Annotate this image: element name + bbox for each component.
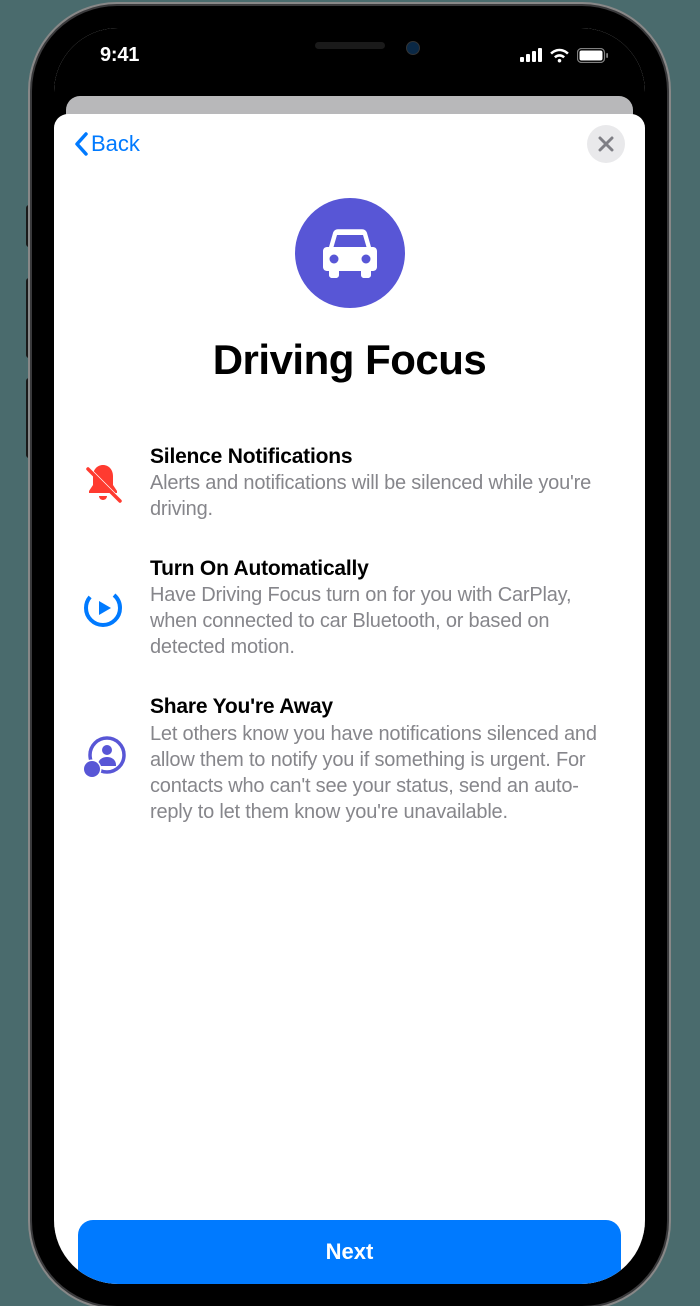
feature-title: Share You're Away bbox=[150, 694, 621, 719]
feature-desc: Have Driving Focus turn on for you with … bbox=[150, 582, 621, 660]
phone-notch bbox=[230, 28, 470, 68]
feature-title: Silence Notifications bbox=[150, 444, 621, 469]
modal-sheet: Back Driving Focus bbox=[54, 114, 645, 1284]
feature-title: Turn On Automatically bbox=[150, 556, 621, 581]
chevron-left-icon bbox=[74, 132, 89, 156]
feature-row: Turn On Automatically Have Driving Focus… bbox=[78, 556, 621, 660]
feature-desc: Let others know you have notifications s… bbox=[150, 721, 621, 825]
back-label: Back bbox=[91, 131, 140, 157]
person-status-icon bbox=[80, 736, 126, 782]
sheet-footer: Next bbox=[54, 1206, 645, 1284]
back-button[interactable]: Back bbox=[74, 131, 140, 157]
bell-slash-icon bbox=[81, 461, 125, 505]
page-title: Driving Focus bbox=[78, 336, 621, 384]
phone-screen: 9:41 bbox=[54, 28, 645, 1284]
wifi-icon bbox=[549, 48, 570, 63]
status-icons bbox=[520, 48, 609, 63]
status-time: 9:41 bbox=[100, 44, 139, 67]
phone-frame: 9:41 bbox=[32, 6, 667, 1306]
sheet-content: Driving Focus Silence Notifications Aler… bbox=[54, 174, 645, 1206]
close-button[interactable] bbox=[587, 125, 625, 163]
car-icon bbox=[319, 227, 381, 279]
hero-icon-circle bbox=[295, 198, 405, 308]
close-icon bbox=[598, 136, 614, 152]
battery-icon bbox=[577, 48, 609, 63]
play-circle-icon bbox=[81, 586, 125, 630]
cellular-icon bbox=[520, 48, 542, 62]
feature-desc: Alerts and notifications will be silence… bbox=[150, 470, 621, 522]
feature-row: Share You're Away Let others know you ha… bbox=[78, 694, 621, 824]
feature-row: Silence Notifications Alerts and notific… bbox=[78, 444, 621, 522]
next-button[interactable]: Next bbox=[78, 1220, 621, 1284]
sheet-header: Back bbox=[54, 114, 645, 174]
